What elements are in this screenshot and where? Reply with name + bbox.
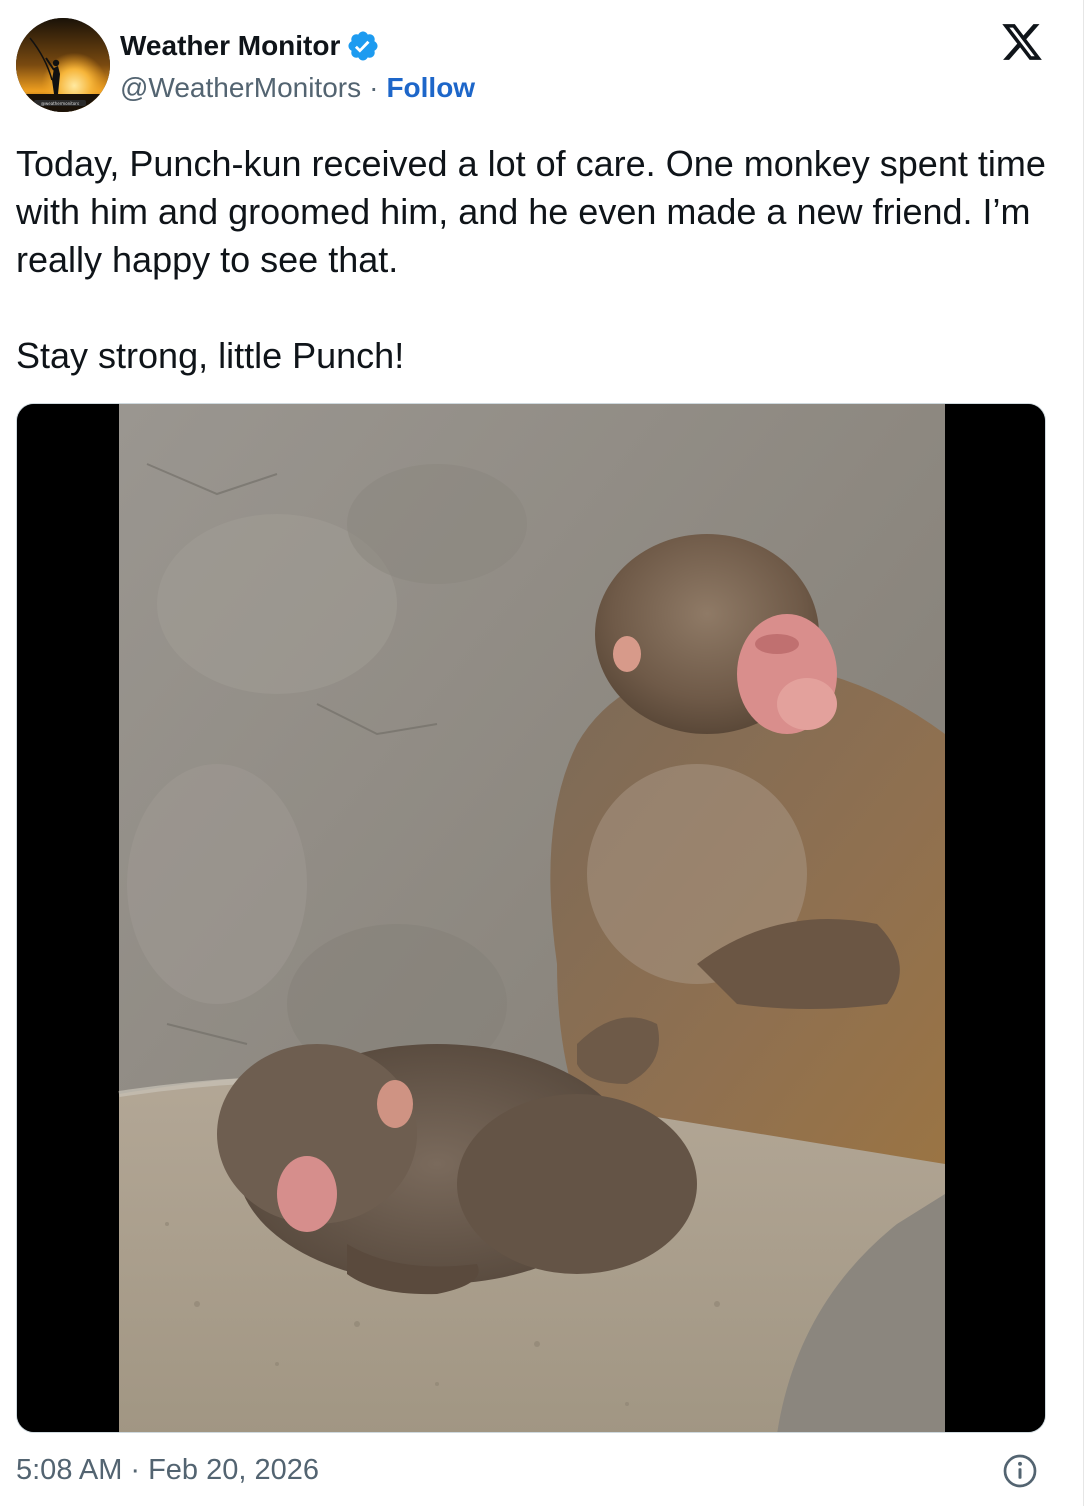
tweet-video[interactable] — [16, 403, 1046, 1433]
handle-separator: · — [369, 72, 379, 103]
tweet-text: Today, Punch-kun received a lot of care.… — [16, 140, 1066, 380]
avatar-image: @weathermonitors — [16, 18, 110, 112]
tweet-card: @weathermonitors Weather Monitor @Weathe… — [0, 0, 1084, 1506]
verified-badge-icon — [348, 31, 378, 61]
video-frame — [17, 404, 1045, 1432]
tweet-timestamp[interactable]: 5:08 AM · Feb 20, 2026 — [16, 1452, 319, 1488]
timestamp-separator: · — [130, 1453, 141, 1486]
tweet-paragraph: Stay strong, little Punch! — [16, 335, 405, 376]
follow-button[interactable]: Follow — [386, 72, 475, 104]
author-handle-row: @WeatherMonitors · Follow — [120, 70, 475, 106]
x-logo-icon[interactable] — [998, 20, 1046, 64]
author-display-name[interactable]: Weather Monitor — [120, 30, 340, 62]
avatar[interactable]: @weathermonitors — [16, 18, 110, 112]
tweet-time: 5:08 AM — [16, 1453, 123, 1486]
tweet-paragraph: Today, Punch-kun received a lot of care.… — [16, 143, 1046, 280]
author-name-row: Weather Monitor — [120, 28, 380, 64]
avatar-caption: @weathermonitors — [41, 101, 79, 106]
author-handle[interactable]: @WeatherMonitors — [120, 72, 361, 104]
info-icon[interactable] — [1002, 1453, 1038, 1489]
tweet-date: Feb 20, 2026 — [148, 1453, 319, 1486]
